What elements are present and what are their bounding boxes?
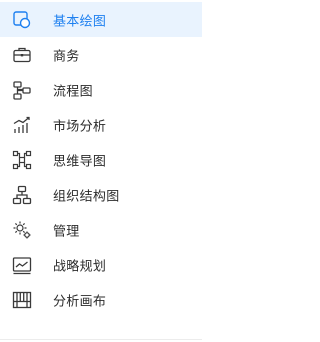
shape-icon <box>11 9 33 31</box>
menu-item-management[interactable]: 管理 <box>0 212 202 247</box>
menu-item-business[interactable]: 商务 <box>0 37 202 72</box>
menu-item-label: 组织结构图 <box>53 189 120 204</box>
divider <box>0 339 202 340</box>
category-menu: 基本绘图 商务 流程图 市场分析 思维导图 组织结构图 管理 战略规划 分析画布 <box>0 2 202 317</box>
menu-item-analysis-canvas[interactable]: 分析画布 <box>0 282 202 317</box>
menu-item-label: 商务 <box>53 49 80 64</box>
menu-item-basic-drawing[interactable]: 基本绘图 <box>0 2 202 37</box>
org-chart-icon <box>11 184 33 206</box>
canvas-grid-icon <box>11 289 33 311</box>
menu-item-strategic-planning[interactable]: 战略规划 <box>0 247 202 282</box>
menu-item-label: 管理 <box>53 224 80 239</box>
menu-item-market-analysis[interactable]: 市场分析 <box>0 107 202 142</box>
menu-item-label: 分析画布 <box>53 294 107 309</box>
bar-chart-icon <box>11 114 33 136</box>
menu-item-label: 流程图 <box>53 84 93 99</box>
management-gear-icon <box>11 219 33 241</box>
menu-item-label: 战略规划 <box>53 259 107 274</box>
menu-item-mindmap[interactable]: 思维导图 <box>0 142 202 177</box>
menu-item-flowchart[interactable]: 流程图 <box>0 72 202 107</box>
menu-item-label: 思维导图 <box>53 154 107 169</box>
category-sidebar: 基本绘图 商务 流程图 市场分析 思维导图 组织结构图 管理 战略规划 分析画布 <box>0 0 202 342</box>
flowchart-icon <box>11 79 33 101</box>
mindmap-icon <box>11 149 33 171</box>
menu-item-label: 市场分析 <box>53 119 107 134</box>
menu-item-label: 基本绘图 <box>53 14 107 29</box>
strategy-window-icon <box>11 254 33 276</box>
menu-item-org-chart[interactable]: 组织结构图 <box>0 177 202 212</box>
briefcase-icon <box>11 44 33 66</box>
